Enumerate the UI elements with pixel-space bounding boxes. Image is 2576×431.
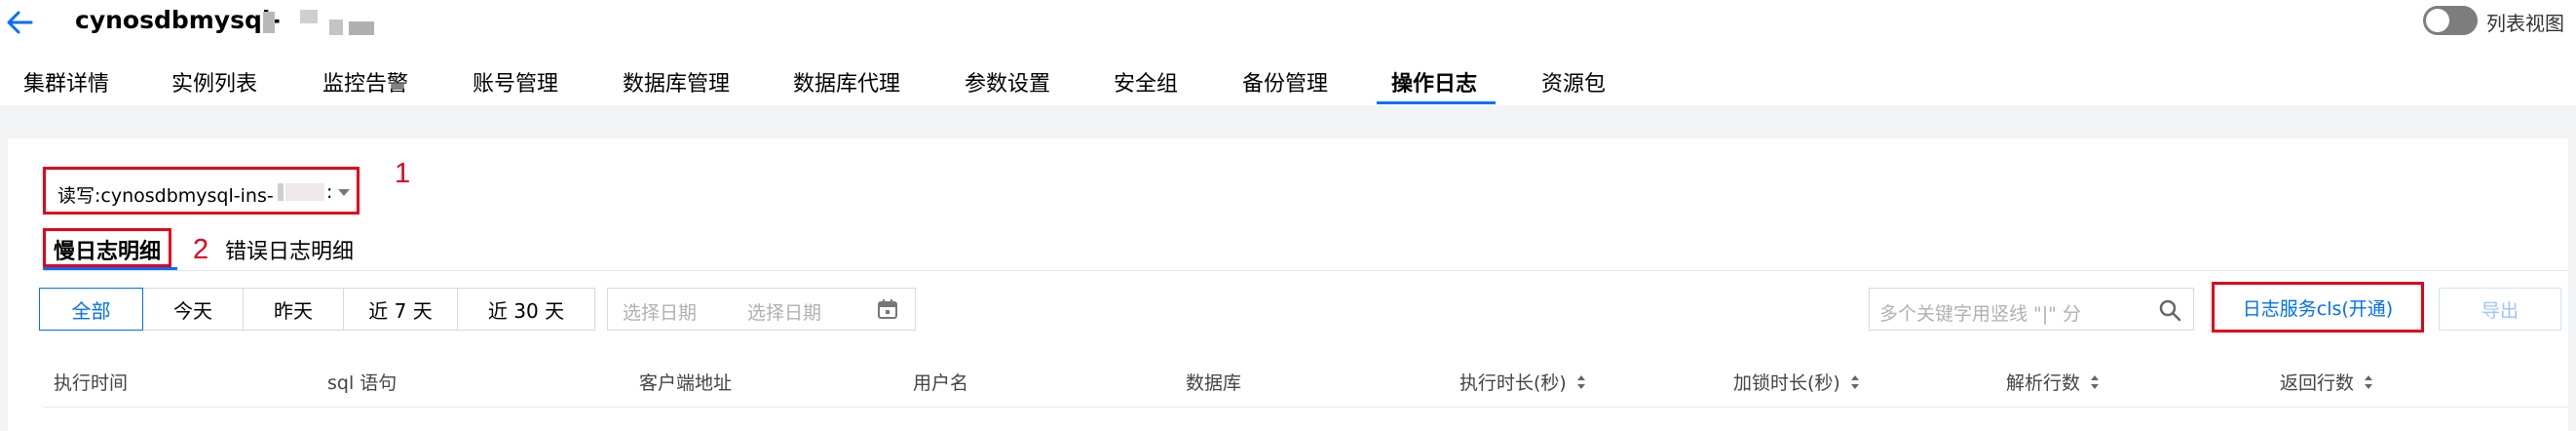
sort-icon[interactable] bbox=[1576, 374, 1586, 390]
tab-monitoring[interactable]: 监控告警 bbox=[322, 66, 408, 98]
table-header-divider bbox=[43, 407, 2568, 408]
tab-parameters[interactable]: 参数设置 bbox=[965, 66, 1050, 98]
column-exec-time: 执行时间 bbox=[54, 372, 129, 394]
column-database: 数据库 bbox=[1186, 372, 1242, 394]
annotation-1: 1 bbox=[395, 158, 411, 189]
instance-select[interactable]: 读写:cynosdbmysql-ins- : bbox=[43, 167, 360, 215]
range-all[interactable]: 全部 bbox=[39, 288, 143, 331]
date-end-input[interactable]: 选择日期 bbox=[747, 298, 821, 325]
column-rows-sent[interactable]: 返回行数 bbox=[2280, 369, 2373, 395]
date-range-picker[interactable]: 选择日期 选择日期 bbox=[607, 288, 916, 331]
tab-database-proxy[interactable]: 数据库代理 bbox=[793, 66, 900, 98]
tab-resource-pack[interactable]: 资源包 bbox=[1541, 66, 1606, 98]
subtab-divider bbox=[43, 270, 2568, 271]
tab-accounts[interactable]: 账号管理 bbox=[473, 66, 558, 98]
column-client-address: 客户端地址 bbox=[639, 372, 733, 394]
column-sql: sql 语句 bbox=[327, 372, 398, 394]
sort-icon[interactable] bbox=[1850, 374, 1860, 390]
subtab-error-log[interactable]: 错误日志明细 bbox=[225, 234, 354, 265]
tab-operation-log[interactable]: 操作日志 bbox=[1391, 66, 1477, 98]
cls-log-service-button[interactable]: 日志服务cls(开通) bbox=[2212, 282, 2424, 333]
subtab-slow-log[interactable]: 慢日志明细 bbox=[54, 234, 161, 265]
calendar-icon bbox=[878, 299, 897, 319]
redacted-instance-id bbox=[278, 183, 284, 201]
sort-icon[interactable] bbox=[2090, 374, 2100, 390]
page-title: cynosdbmysql- bbox=[75, 6, 281, 34]
tab-database-mgmt[interactable]: 数据库管理 bbox=[623, 66, 730, 98]
chevron-down-icon bbox=[338, 189, 350, 196]
redacted-instance-id-2 bbox=[285, 183, 324, 201]
keyword-search-input[interactable]: 多个关键字用竖线 "|" 分 bbox=[1869, 288, 2194, 331]
tab-security-group[interactable]: 安全组 bbox=[1114, 66, 1178, 98]
search-placeholder: 多个关键字用竖线 "|" 分 bbox=[1879, 303, 2081, 325]
column-rows-examined[interactable]: 解析行数 bbox=[2006, 369, 2100, 395]
list-view-label: 列表视图 bbox=[2486, 12, 2564, 35]
range-yesterday[interactable]: 昨天 bbox=[243, 288, 344, 331]
column-lock-duration[interactable]: 加锁时长(秒) bbox=[1733, 369, 1860, 395]
search-icon[interactable] bbox=[2158, 298, 2181, 322]
back-arrow-icon[interactable] bbox=[6, 10, 33, 35]
annotation-2: 2 bbox=[193, 234, 209, 265]
tab-backup[interactable]: 备份管理 bbox=[1242, 66, 1328, 98]
column-exec-duration[interactable]: 执行时长(秒) bbox=[1459, 369, 1586, 395]
date-start-input[interactable]: 选择日期 bbox=[623, 298, 697, 325]
redacted-cluster-id bbox=[263, 6, 384, 39]
range-30-days[interactable]: 近 30 天 bbox=[457, 288, 595, 331]
range-7-days[interactable]: 近 7 天 bbox=[343, 288, 458, 331]
column-username: 用户名 bbox=[913, 372, 969, 394]
instance-select-value: 读写:cynosdbmysql-ins- bbox=[57, 185, 274, 207]
instance-select-suffix: : bbox=[326, 181, 333, 203]
active-tab-indicator bbox=[1377, 101, 1496, 104]
list-view-toggle[interactable] bbox=[2423, 6, 2478, 35]
tab-instance-list[interactable]: 实例列表 bbox=[171, 66, 257, 98]
range-today[interactable]: 今天 bbox=[142, 288, 244, 331]
tab-cluster-detail[interactable]: 集群详情 bbox=[23, 66, 109, 98]
sort-icon[interactable] bbox=[2364, 374, 2373, 390]
export-button[interactable]: 导出 bbox=[2439, 288, 2561, 331]
